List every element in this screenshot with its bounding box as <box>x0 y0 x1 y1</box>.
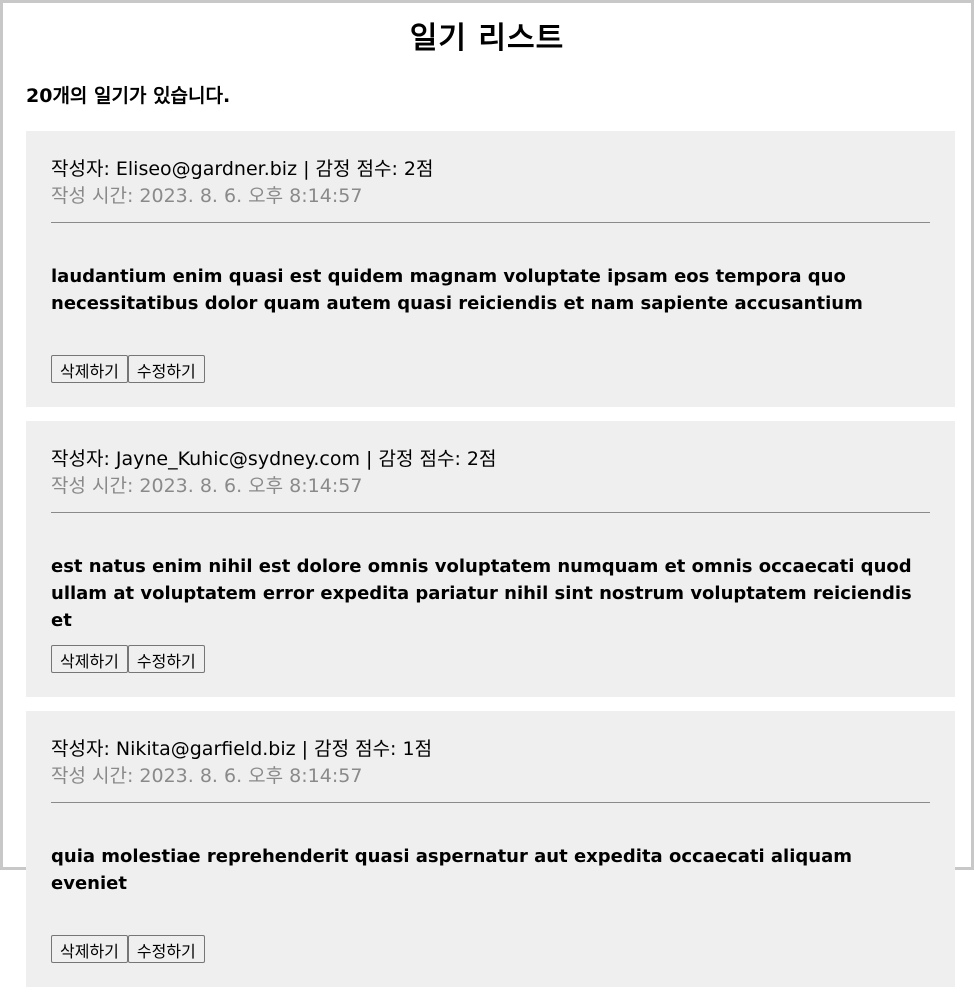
page-title: 일기 리스트 <box>409 21 565 56</box>
diary-content: quia molestiae reprehenderit quasi asper… <box>51 846 852 894</box>
delete-button[interactable]: 삭제하기 <box>51 355 128 383</box>
diary-info: 작성자: Eliseo@gardner.biz | 감정 점수: 2점 작성 시… <box>51 156 930 210</box>
diary-info: 작성자: Nikita@garfield.biz | 감정 점수: 1점 작성 … <box>51 736 930 790</box>
diary-content: laudantium enim quasi est quidem magnam … <box>51 266 863 314</box>
diary-item: 작성자: Jayne_Kuhic@sydney.com | 감정 점수: 2점 … <box>26 421 955 697</box>
diary-actions: 삭제하기 수정하기 <box>51 935 930 963</box>
author-line: 작성자: Eliseo@gardner.biz | 감정 점수: 2점 <box>51 158 434 180</box>
edit-button[interactable]: 수정하기 <box>127 645 205 673</box>
diary-list-page: 일기 리스트 20개의 일기가 있습니다. 작성자: Eliseo@gardne… <box>3 3 971 987</box>
diary-list: 작성자: Eliseo@gardner.biz | 감정 점수: 2점 작성 시… <box>26 131 955 1001</box>
diary-item: 작성자: Nikita@garfield.biz | 감정 점수: 1점 작성 … <box>26 711 955 987</box>
author-line: 작성자: Jayne_Kuhic@sydney.com | 감정 점수: 2점 <box>51 448 497 470</box>
diary-actions: 삭제하기 수정하기 <box>51 645 930 673</box>
divider <box>51 222 930 223</box>
diary-item: 작성자: Eliseo@gardner.biz | 감정 점수: 2점 작성 시… <box>26 131 955 407</box>
delete-button[interactable]: 삭제하기 <box>51 645 128 673</box>
divider <box>51 512 930 513</box>
diary-info: 작성자: Jayne_Kuhic@sydney.com | 감정 점수: 2점 … <box>51 446 930 500</box>
diary-content: est natus enim nihil est dolore omnis vo… <box>51 556 912 631</box>
diary-count: 20개의 일기가 있습니다. <box>26 85 231 107</box>
divider <box>51 802 930 803</box>
author-line: 작성자: Nikita@garfield.biz | 감정 점수: 1점 <box>51 738 433 760</box>
diary-actions: 삭제하기 수정하기 <box>51 355 930 383</box>
edit-button[interactable]: 수정하기 <box>127 355 205 383</box>
date-line: 작성 시간: 2023. 8. 6. 오후 8:14:57 <box>51 765 363 787</box>
date-line: 작성 시간: 2023. 8. 6. 오후 8:14:57 <box>51 475 363 497</box>
edit-button[interactable]: 수정하기 <box>127 935 205 963</box>
delete-button[interactable]: 삭제하기 <box>51 935 128 963</box>
date-line: 작성 시간: 2023. 8. 6. 오후 8:14:57 <box>51 185 363 207</box>
